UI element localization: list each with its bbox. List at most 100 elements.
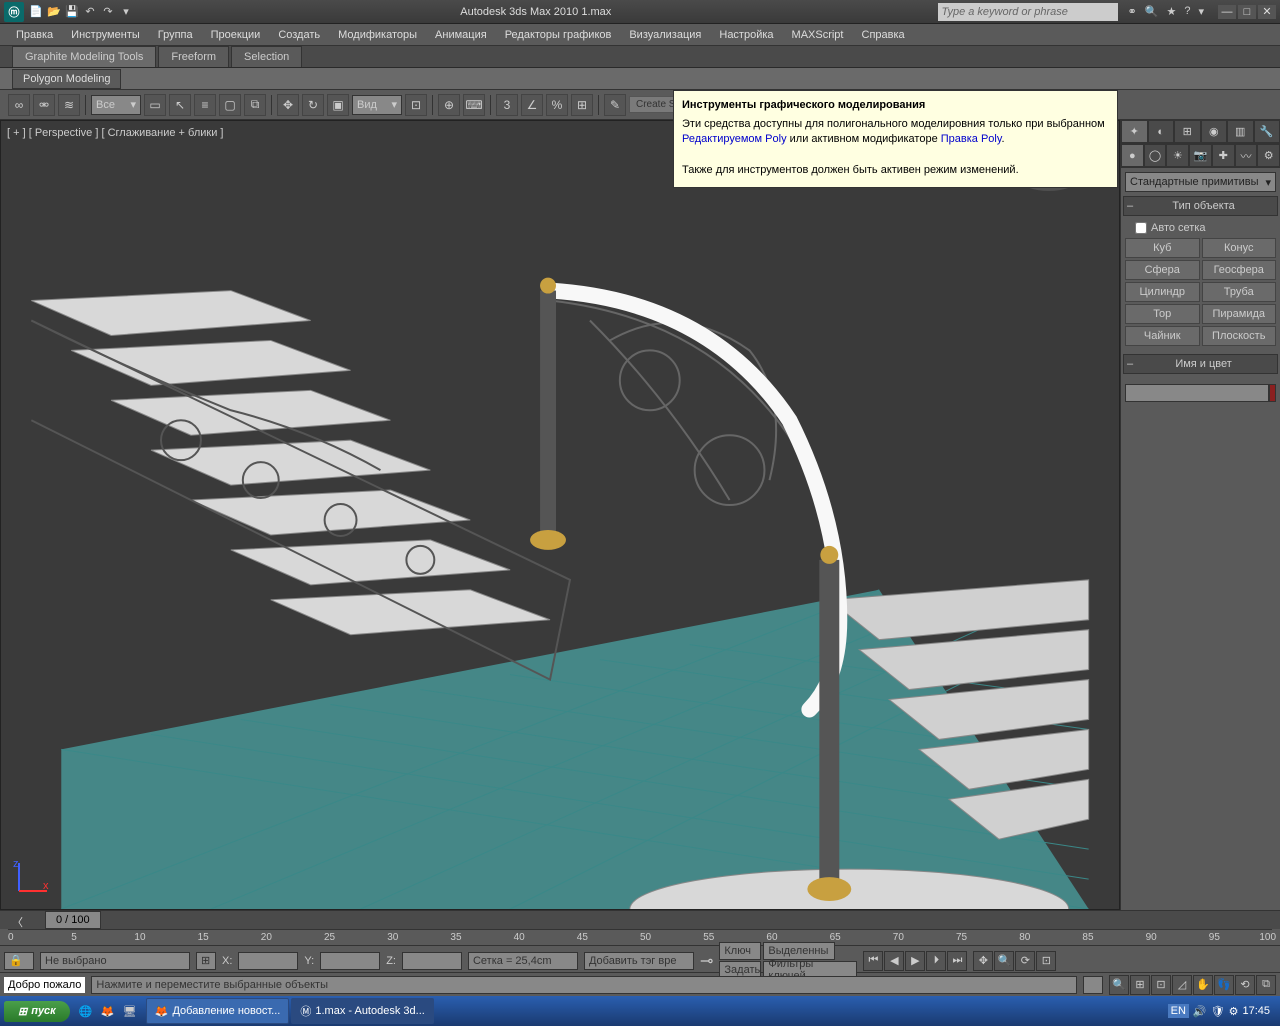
play-icon[interactable]: ▶	[905, 951, 925, 971]
cylinder-button[interactable]: Цилиндр	[1125, 282, 1200, 302]
rollout-object-type[interactable]: –Тип объекта	[1123, 196, 1278, 216]
chevron-down-icon[interactable]: ▾	[1196, 5, 1206, 18]
torus-button[interactable]: Тор	[1125, 304, 1200, 324]
open-icon[interactable]: 📂	[46, 4, 62, 20]
menu-animation[interactable]: Анимация	[427, 26, 495, 44]
tooltip-link-editable-poly[interactable]: Редактируемом Poly	[682, 133, 787, 145]
task-firefox[interactable]: 🦊Добавление новост...	[146, 998, 290, 1024]
cursor-icon[interactable]: ↖	[169, 94, 191, 116]
space-warps-icon[interactable]: 〰	[1235, 144, 1258, 167]
bind-tool-icon[interactable]: ≋	[58, 94, 80, 116]
vp-zoomall-icon[interactable]: ⊞	[1130, 975, 1150, 995]
vp-pan-icon[interactable]: ✋	[1193, 975, 1213, 995]
angle-snap-icon[interactable]: ∠	[521, 94, 543, 116]
app-logo[interactable]: ⓜ	[4, 2, 24, 22]
close-button[interactable]: ✕	[1258, 5, 1276, 19]
tab-polygon-modeling[interactable]: Polygon Modeling	[12, 69, 121, 89]
undo-icon[interactable]: ↶	[82, 4, 98, 20]
object-name-input[interactable]	[1125, 384, 1269, 402]
help-icon[interactable]: ?	[1182, 5, 1192, 18]
search-input[interactable]: Type a keyword or phrase	[938, 3, 1118, 21]
nav-zoom-icon[interactable]: 🔍	[994, 951, 1014, 971]
utilities-tab-icon[interactable]: 🔧	[1254, 120, 1280, 143]
link-icon[interactable]: ⚭	[1126, 5, 1139, 18]
ql-firefox-icon[interactable]: 🦊	[98, 1001, 118, 1021]
helpers-icon[interactable]: ✚	[1212, 144, 1235, 167]
tab-selection[interactable]: Selection	[231, 46, 302, 67]
menu-edit[interactable]: Правка	[8, 26, 61, 44]
window-crossing-icon[interactable]: ⧉	[244, 94, 266, 116]
maximize-button[interactable]: □	[1238, 5, 1256, 19]
tube-button[interactable]: Труба	[1202, 282, 1277, 302]
rect-select-icon[interactable]: ▢	[219, 94, 241, 116]
task-3dsmax[interactable]: Ⓜ1.max - Autodesk 3d...	[291, 998, 433, 1024]
tray-icon-2[interactable]: 🛡	[1211, 1005, 1225, 1018]
color-swatch[interactable]	[1269, 384, 1276, 402]
ql-desktop-icon[interactable]: 🖥	[120, 1001, 140, 1021]
timeline-ruler[interactable]: 05 1015 2025 3035 4045 5055 6065 7075 80…	[8, 929, 1272, 945]
viewport-label[interactable]: [ + ] [ Perspective ] [ Сглаживание + бл…	[7, 127, 223, 139]
geosphere-button[interactable]: Геосфера	[1202, 260, 1277, 280]
redo-icon[interactable]: ↷	[100, 4, 116, 20]
collapse-icon[interactable]: 〈	[12, 914, 23, 930]
box-button[interactable]: Куб	[1125, 238, 1200, 258]
add-time-tag[interactable]: Добавить тэг вре	[584, 952, 694, 970]
time-slider[interactable]: 0 / 100	[45, 911, 101, 929]
vp-maxtoggle-icon[interactable]: ⧉	[1256, 975, 1276, 995]
menu-customize[interactable]: Настройка	[711, 26, 781, 44]
sphere-button[interactable]: Сфера	[1125, 260, 1200, 280]
tab-graphite[interactable]: Graphite Modeling Tools	[12, 46, 156, 67]
spinner-snap-icon[interactable]: ⊞	[571, 94, 593, 116]
y-field[interactable]	[320, 952, 380, 970]
x-field[interactable]	[238, 952, 298, 970]
autokey-icon[interactable]: ⊸	[700, 951, 713, 971]
script-icon[interactable]	[1083, 976, 1103, 994]
ref-coord-select[interactable]: Вид▾	[352, 95, 402, 115]
goto-start-icon[interactable]: ⏮	[863, 951, 883, 971]
nav-orbit-icon[interactable]: ⟳	[1015, 951, 1035, 971]
star-icon[interactable]: ★	[1164, 5, 1178, 18]
pivot-icon[interactable]: ⊡	[405, 94, 427, 116]
vp-zoomext-icon[interactable]: ⊡	[1151, 975, 1171, 995]
new-icon[interactable]: 📄	[28, 4, 44, 20]
save-icon[interactable]: 💾	[64, 4, 80, 20]
prev-frame-icon[interactable]: ◀	[884, 951, 904, 971]
cone-button[interactable]: Конус	[1202, 238, 1277, 258]
goto-end-icon[interactable]: ⏭	[947, 951, 967, 971]
hierarchy-tab-icon[interactable]: ⊞	[1174, 120, 1201, 143]
keyboard-icon[interactable]: ⌨	[463, 94, 485, 116]
lang-indicator[interactable]: EN	[1168, 1004, 1189, 1018]
pyramid-button[interactable]: Пирамида	[1202, 304, 1277, 324]
menu-help[interactable]: Справка	[854, 26, 913, 44]
unlink-tool-icon[interactable]: ⚮	[33, 94, 55, 116]
cameras-icon[interactable]: 📷	[1189, 144, 1212, 167]
nav-max-icon[interactable]: ⊡	[1036, 951, 1056, 971]
rotate-icon[interactable]: ↻	[302, 94, 324, 116]
edit-named-icon[interactable]: ✎	[604, 94, 626, 116]
plane-button[interactable]: Плоскость	[1202, 326, 1277, 346]
modify-tab-icon[interactable]: ◐	[1148, 120, 1175, 143]
ql-ie-icon[interactable]: 🌐	[76, 1001, 96, 1021]
menu-create[interactable]: Создать	[270, 26, 328, 44]
vp-walk-icon[interactable]: 👣	[1214, 975, 1234, 995]
menu-maxscript[interactable]: MAXScript	[784, 26, 852, 44]
menu-grapheditors[interactable]: Редакторы графиков	[497, 26, 620, 44]
menu-group[interactable]: Группа	[150, 26, 201, 44]
selection-filter[interactable]: Все▾	[91, 95, 141, 115]
display-tab-icon[interactable]: ▥	[1227, 120, 1254, 143]
shapes-icon[interactable]: ◯	[1144, 144, 1167, 167]
lights-icon[interactable]: ☀	[1166, 144, 1189, 167]
magnifier-icon[interactable]: 🔍	[1143, 5, 1161, 18]
geometry-icon[interactable]: ●	[1121, 144, 1144, 167]
selection-lock-icon[interactable]: 🔒	[4, 952, 34, 970]
start-button[interactable]: ⊞пуск	[4, 1001, 70, 1022]
coord-icon[interactable]: ⊞	[196, 952, 216, 970]
list-icon[interactable]: ≡	[194, 94, 216, 116]
tray-icon-3[interactable]: ⚙	[1229, 1005, 1239, 1018]
motion-tab-icon[interactable]: ◉	[1201, 120, 1228, 143]
more-icon[interactable]: ▾	[118, 4, 134, 20]
viewport-canvas[interactable]	[1, 121, 1119, 909]
z-field[interactable]	[402, 952, 462, 970]
geometry-type-dropdown[interactable]: Стандартные примитивы▾	[1125, 172, 1276, 192]
tray-clock[interactable]: 17:45	[1242, 1005, 1270, 1017]
